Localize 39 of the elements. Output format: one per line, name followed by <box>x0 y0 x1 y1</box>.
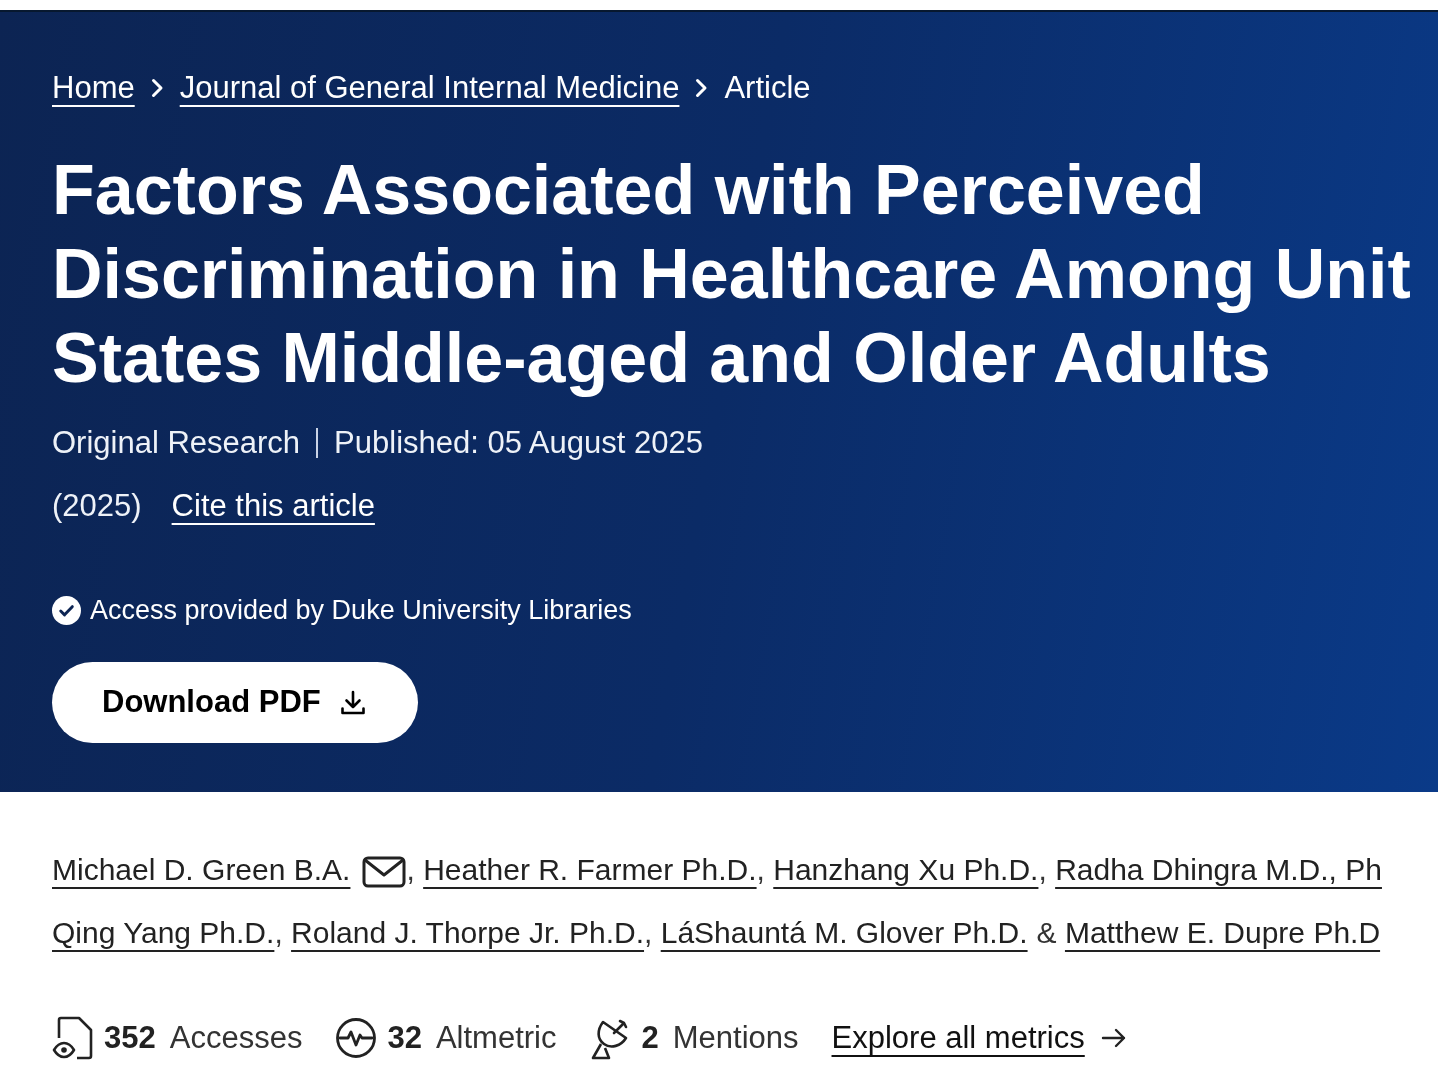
metric-label: Altmetric <box>435 1019 557 1057</box>
chevron-right-icon <box>695 78 709 98</box>
breadcrumb-current: Article <box>724 70 811 106</box>
author-link[interactable]: Matthew E. Dupre Ph.D <box>1064 916 1381 949</box>
author-link[interactable]: Heather R. Farmer Ph.D. <box>423 853 757 886</box>
article-title: Factors Associated with Perceived Discrimination in Healthcare Among Unit States Middle-aged and Older Adults <box>52 150 1412 399</box>
publication-year: (2025) <box>52 488 142 524</box>
author-separator: , <box>1038 853 1047 886</box>
author-separator: & <box>1036 916 1057 949</box>
author-link[interactable]: Michael D. Green B.A. <box>52 853 351 886</box>
activity-circle-icon <box>335 1016 378 1060</box>
breadcrumb-link[interactable]: Home <box>52 70 135 106</box>
author-link[interactable]: Radha Dhingra M.D., Ph <box>1055 853 1382 886</box>
metric-label: Accesses <box>169 1019 303 1057</box>
cite-link[interactable]: Cite this article <box>171 488 375 524</box>
article-type: Original Research <box>52 425 301 461</box>
metric-count: 2 <box>641 1019 659 1057</box>
author-separator: , <box>644 916 653 949</box>
metric-count: 32 <box>387 1019 422 1057</box>
author-separator: , <box>756 853 765 886</box>
check-circle-icon <box>52 595 81 625</box>
author-link[interactable]: LáShauntá M. Glover Ph.D. <box>660 916 1028 949</box>
author-link[interactable]: Qing Yang Ph.D. <box>52 916 275 949</box>
author-link[interactable]: Hanzhang Xu Ph.D. <box>773 853 1039 886</box>
document-eye-icon <box>52 1016 94 1060</box>
metric-label: Mentions <box>672 1019 799 1057</box>
author-separator: , <box>406 853 415 886</box>
author-separator: , <box>274 916 283 949</box>
author-link[interactable]: Roland J. Thorpe Jr. Ph.D. <box>291 916 645 949</box>
breadcrumb-link[interactable]: Journal of General Internal Medicine <box>179 70 680 106</box>
arrow-right-icon[interactable] <box>1100 1027 1127 1049</box>
download-pdf-button[interactable]: Download PDF <box>52 662 418 743</box>
publication-date: Published: 05 August 2025 <box>334 425 703 461</box>
access-notice: Access provided by Duke University Libraries <box>90 594 632 627</box>
envelope-icon[interactable] <box>362 856 407 888</box>
chevron-right-icon <box>150 78 164 98</box>
metric-count: 352 <box>104 1019 156 1057</box>
download-icon <box>338 688 367 717</box>
explore-metrics-link[interactable]: Explore all metrics <box>831 1016 1085 1060</box>
